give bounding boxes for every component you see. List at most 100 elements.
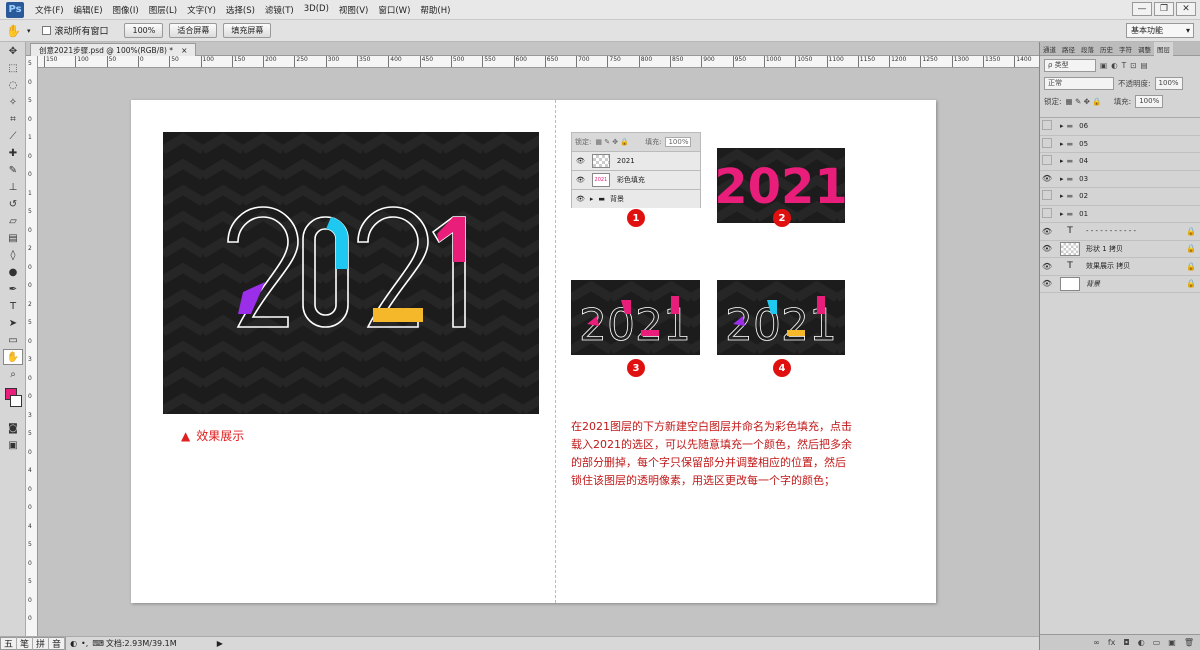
layer-row[interactable]: 👁 背景 🔒	[1040, 276, 1200, 293]
menu-item[interactable]: 图像(I)	[108, 4, 144, 16]
panel-tab[interactable]: 图层	[1154, 41, 1173, 56]
vertical-ruler[interactable]: 5 0 5 0 1 0 0 1 5 0 2 0 0 2 5 0 3 0 0 3 5 0 4 0 0 4 5 0 5 0 0	[26, 56, 38, 636]
eye-icon[interactable]: 👁	[1040, 262, 1054, 271]
document-canvas[interactable]: ▲ 效果展示 锁定: ▦ ✎ ✥ 🔒 填充: 100% 👁 2021 👁 202…	[131, 100, 936, 603]
panel-footer-icon[interactable]: ◐	[1138, 638, 1145, 647]
background-color[interactable]	[10, 395, 22, 407]
scroll-all-option[interactable]: 滚动所有窗口	[42, 24, 108, 37]
fit-screen-button[interactable]: 适合屏幕	[169, 23, 218, 38]
visibility-toggle[interactable]	[1040, 137, 1054, 150]
quick-mask-icon[interactable]: ◙	[3, 420, 23, 436]
opacity-input[interactable]: 100%	[1154, 76, 1183, 90]
visibility-toggle[interactable]	[1040, 190, 1054, 202]
eraser-tool-icon[interactable]: ▱	[3, 213, 23, 229]
panel-tab[interactable]: 调整	[1135, 44, 1154, 54]
eye-icon[interactable]: 👁	[1040, 279, 1054, 288]
close-button[interactable]: ✕	[1176, 2, 1196, 16]
crop-tool-icon[interactable]: ⌗	[3, 111, 23, 127]
layer-row[interactable]: 👁 ▸ ▬ 03	[1040, 171, 1200, 188]
document-tab[interactable]: 创意2021步骤.psd @ 100%(RGB/8) * ×	[30, 43, 197, 56]
layer-filter-select[interactable]: ρ 类型	[1044, 58, 1096, 72]
zoom-100-button[interactable]: 100%	[124, 23, 164, 38]
path-select-icon[interactable]: ➤	[3, 315, 23, 331]
menu-item[interactable]: 图层(L)	[144, 4, 182, 16]
layer-row[interactable]: ▸ ▬ 04	[1040, 153, 1200, 171]
hand-tool-icon[interactable]: ✋	[6, 24, 21, 38]
punctuation-icon[interactable]: •,	[81, 639, 88, 648]
tool-preset-chevron-icon[interactable]: ▾	[27, 27, 31, 35]
brush-tool-icon[interactable]: ✎	[3, 162, 23, 178]
pen-tool-icon[interactable]: ✒	[3, 281, 23, 297]
menu-item[interactable]: 编辑(E)	[69, 4, 108, 16]
panel-footer-icon[interactable]: ∞	[1093, 638, 1100, 647]
menu-item[interactable]: 文件(F)	[30, 4, 69, 16]
eyedropper-tool-icon[interactable]: ⟋	[3, 128, 23, 144]
scroll-all-checkbox[interactable]	[42, 26, 52, 35]
horizontal-ruler[interactable]: 150 100 50 0 50 100 150 200 250 300 350 400 450 500 55…	[38, 56, 1039, 68]
chevron-right-icon[interactable]: ▸	[1060, 157, 1064, 165]
blend-mode-select[interactable]: 正常	[1044, 76, 1114, 90]
panel-tab[interactable]: 段落	[1078, 44, 1097, 54]
type-tool-icon[interactable]: T	[3, 298, 23, 314]
menu-item[interactable]: 选择(S)	[221, 4, 260, 16]
menu-item[interactable]: 滤镜(T)	[260, 4, 299, 16]
magic-wand-tool-icon[interactable]: ✧	[3, 94, 23, 110]
menu-item[interactable]: 3D(D)	[299, 4, 334, 16]
menu-item[interactable]: 文字(Y)	[182, 4, 221, 16]
panel-tab[interactable]: 路径	[1059, 44, 1078, 54]
marquee-tool-icon[interactable]: ⬚	[3, 60, 23, 76]
layer-row[interactable]: 👁 T 效果展示 拷贝 🔒	[1040, 258, 1200, 276]
history-brush-icon[interactable]: ↺	[3, 196, 23, 212]
panel-footer-icon[interactable]: ▭	[1153, 638, 1161, 647]
eye-icon[interactable]: 👁	[1040, 227, 1054, 236]
layer-row[interactable]: ▸ ▬ 01	[1040, 206, 1200, 223]
visibility-toggle[interactable]	[1040, 155, 1054, 167]
healing-tool-icon[interactable]: ✚	[3, 145, 23, 161]
lock-icons[interactable]: ▦ ✎ ✥ 🔒	[1066, 97, 1102, 106]
lasso-tool-icon[interactable]: ◌	[3, 77, 23, 93]
gradient-tool-icon[interactable]: ▤	[3, 230, 23, 246]
panel-footer-icon[interactable]: 🗑	[1184, 638, 1194, 647]
menu-item[interactable]: 视图(V)	[334, 4, 373, 16]
layer-row[interactable]: 👁 T - - - - - - - - - - - 🔒	[1040, 223, 1200, 241]
panel-tab[interactable]: 字符	[1116, 44, 1135, 54]
moon-icon[interactable]: ◐	[70, 639, 77, 648]
zoom-tool-icon[interactable]: ⌕	[3, 366, 23, 382]
workspace-select[interactable]: 基本功能 ▾	[1126, 23, 1194, 38]
visibility-toggle[interactable]	[1040, 207, 1054, 220]
keyboard-icon[interactable]: ⌨	[92, 639, 104, 648]
panel-footer-icon[interactable]: ▣	[1168, 638, 1176, 647]
menu-item[interactable]: 帮助(H)	[415, 4, 455, 16]
panel-tab[interactable]: 历史	[1097, 44, 1116, 54]
move-tool-icon[interactable]: ✥	[3, 43, 23, 59]
canvas-area[interactable]: ▲ 效果展示 锁定: ▦ ✎ ✥ 🔒 填充: 100% 👁 2021 👁 202…	[38, 68, 1039, 636]
panel-footer-icon[interactable]: ◘	[1123, 638, 1129, 647]
chevron-right-icon[interactable]: ▸	[1060, 192, 1064, 200]
chevron-right-icon[interactable]: ▸	[1060, 175, 1064, 183]
filter-icons[interactable]: ▣◐T⊡▤	[1100, 61, 1152, 70]
minimize-button[interactable]: —	[1132, 2, 1152, 16]
fill-screen-button[interactable]: 填充屏幕	[223, 23, 272, 38]
blur-tool-icon[interactable]: ◊	[3, 247, 23, 263]
eye-icon[interactable]: 👁	[1040, 244, 1054, 253]
layer-row[interactable]: 👁 形状 1 拷贝 🔒	[1040, 241, 1200, 258]
panel-tab[interactable]: 通道	[1040, 44, 1059, 54]
layer-row[interactable]: ▸ ▬ 06	[1040, 118, 1200, 136]
screen-mode-icon[interactable]: ▣	[3, 437, 23, 453]
ime-toolbar[interactable]: 五笔拼音	[0, 637, 67, 650]
stamp-tool-icon[interactable]: ⊥	[3, 179, 23, 195]
dodge-tool-icon[interactable]: ●	[3, 264, 23, 280]
eye-icon[interactable]: 👁	[1040, 174, 1054, 183]
maximize-button[interactable]: ❐	[1154, 2, 1174, 16]
panel-footer-icon[interactable]: fx	[1108, 638, 1116, 647]
visibility-toggle[interactable]	[1040, 120, 1054, 132]
layer-row[interactable]: ▸ ▬ 02	[1040, 188, 1200, 206]
chevron-right-icon[interactable]: ▸	[1060, 140, 1064, 148]
chevron-right-icon[interactable]: ▸	[1060, 210, 1064, 218]
hand-tool-icon[interactable]: ✋	[3, 349, 23, 365]
shape-tool-icon[interactable]: ▭	[3, 332, 23, 348]
chevron-right-icon[interactable]: ▸	[1060, 122, 1064, 130]
layer-row[interactable]: ▸ ▬ 05	[1040, 136, 1200, 153]
menu-item[interactable]: 窗口(W)	[373, 4, 415, 16]
status-arrow-icon[interactable]: ▶	[217, 639, 223, 648]
